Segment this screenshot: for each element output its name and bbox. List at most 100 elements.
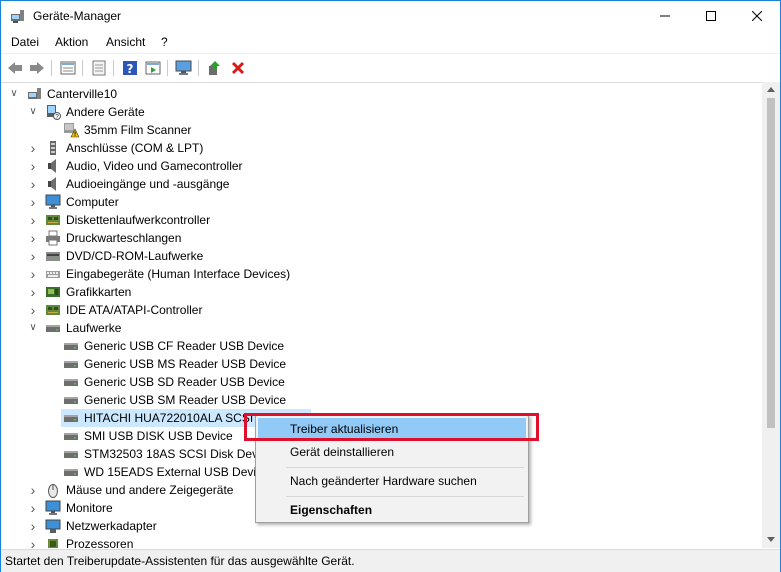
tree-item-label: Audio, Video und Gamecontroller [66,159,243,173]
expand-chevron-icon[interactable]: › [27,283,39,301]
tree-item-label: Eingabegeräte (Human Interface Devices) [66,267,291,281]
drive-icon [64,433,78,440]
tree-item-label: Generic USB SD Reader USB Device [84,375,285,389]
toolbar-separator [51,60,52,76]
expand-chevron-icon[interactable]: › [27,139,39,157]
tree-category-row[interactable]: › Anschlüsse (COM & LPT) [1,139,741,157]
expand-chevron-icon[interactable]: › [27,247,39,265]
tree-item-label: HITACHI HUA722010ALA SCSI Di [84,411,268,425]
speaker-icon [48,159,56,173]
properties-view-button[interactable] [59,59,77,77]
tree-device-row[interactable]: Generic USB SM Reader USB Device [1,391,741,409]
drive-icon [64,451,78,458]
ctx-properties[interactable]: Eigenschaften [258,499,526,521]
menu-datei[interactable]: Datei [11,35,39,49]
toolbar-separator [198,60,199,76]
close-button[interactable] [734,1,780,31]
tree-item-label: Laufwerke [66,321,122,335]
tree-item-label: Diskettenlaufwerkcontroller [66,213,211,227]
back-button[interactable] [6,59,24,77]
ctx-separator [286,496,524,497]
menu-ansicht[interactable]: Ansicht [106,35,145,49]
collapse-chevron-icon[interactable]: ∨ [8,85,20,103]
tree-category-row[interactable]: › Computer [1,193,741,211]
tree-category-row[interactable]: ∨ Laufwerke [1,319,741,337]
tree-category-row[interactable]: › Audioeingänge und -ausgänge [1,175,741,193]
expand-chevron-icon[interactable]: › [27,265,39,283]
tree-category-row[interactable]: › Eingabegeräte (Human Interface Devices) [1,265,741,283]
display-adapter-icon [46,287,60,297]
tree-device-row[interactable]: 35mm Film Scanner [1,121,741,139]
red-x-icon [231,61,245,75]
port-icon [50,141,56,155]
menu-help[interactable]: ? [161,35,168,49]
status-bar: Startet den Treiberupdate-Assistenten fü… [1,549,780,572]
tree-category-row[interactable]: › Audio, Video und Gamecontroller [1,157,741,175]
expand-chevron-icon[interactable]: › [27,301,39,319]
tree-item-label: 35mm Film Scanner [84,123,192,137]
help-button[interactable]: ? [121,59,139,77]
tree-category-row[interactable]: › Prozessoren [1,535,741,548]
toolbar-separator [167,60,168,76]
tree-category-row[interactable]: › Diskettenlaufwerkcontroller [1,211,741,229]
expand-chevron-icon[interactable]: › [27,229,39,247]
forward-button[interactable] [28,59,46,77]
expand-chevron-icon[interactable]: › [27,517,39,535]
action-view-button[interactable] [144,59,162,77]
tree-device-row[interactable]: Generic USB MS Reader USB Device [1,355,741,373]
warning-device-icon [64,123,79,138]
expand-chevron-icon[interactable]: › [27,175,39,193]
tree-item-label: Andere Geräte [66,105,145,119]
root-label: Canterville10 [47,87,118,101]
expand-chevron-icon[interactable]: › [27,193,39,211]
expand-chevron-icon[interactable]: › [27,157,39,175]
ctx-scan-label: Nach geänderter Hardware suchen [290,474,477,488]
tree-item-label: Prozessoren [66,537,134,548]
collapse-chevron-icon[interactable]: ∨ [27,319,39,337]
uninstall-button[interactable] [229,59,247,77]
ctx-uninstall-device[interactable]: Gerät deinstallieren [258,441,526,463]
tree-category-row[interactable]: › DVD/CD-ROM-Laufwerke [1,247,741,265]
tree-device-row[interactable]: Generic USB CF Reader USB Device [1,337,741,355]
collapse-chevron-icon[interactable]: ∨ [27,103,39,121]
vertical-scrollbar[interactable] [762,82,780,548]
tree-category-row[interactable]: › IDE ATA/ATAPI-Controller [1,301,741,319]
menu-aktion[interactable]: Aktion [55,35,88,49]
expand-chevron-icon[interactable]: › [27,535,39,548]
show-hide-button[interactable] [90,59,108,77]
unknown-device-icon: ? [47,105,61,120]
update-driver-button[interactable] [206,59,224,77]
tree-item-label: DVD/CD-ROM-Laufwerke [66,249,204,263]
expand-chevron-icon[interactable]: › [27,499,39,517]
expand-chevron-icon[interactable]: › [27,481,39,499]
tree-item-label: Generic USB CF Reader USB Device [84,339,285,353]
status-text: Startet den Treiberupdate-Assistenten fü… [5,554,355,568]
tree-category-row[interactable]: › Druckwarteschlangen [1,229,741,247]
tree-item-label: Anschlüsse (COM & LPT) [66,141,204,155]
scan-hardware-button[interactable] [175,59,193,77]
monitor-scan-icon [175,60,192,75]
ctx-scan-hardware[interactable]: Nach geänderter Hardware suchen [258,470,526,492]
tree-category-row[interactable]: ∨? Andere Geräte [1,103,741,121]
speaker-icon [48,177,56,191]
expand-chevron-icon[interactable]: › [27,211,39,229]
ctx-properties-label: Eigenschaften [290,503,373,517]
tree-item-label: Monitore [66,501,113,515]
minimize-button[interactable] [642,1,688,31]
scroll-up-icon[interactable] [767,86,775,92]
tree-category-row[interactable]: › Grafikkarten [1,283,741,301]
processor-icon [48,539,58,548]
tree-item-label: Computer [66,195,119,209]
close-icon [752,11,762,21]
drive-icon [64,469,78,476]
tree-device-row[interactable]: Generic USB SD Reader USB Device [1,373,741,391]
scroll-down-icon[interactable] [767,537,775,543]
maximize-button[interactable] [688,1,734,31]
disc-icon [46,252,60,261]
drive-icon [46,325,60,332]
maximize-icon [706,11,716,21]
tree-root[interactable]: ∨ Canterville10 [1,85,301,103]
svg-text:?: ? [127,62,134,76]
scrollbar-thumb[interactable] [767,98,775,428]
printer-icon [46,230,60,246]
